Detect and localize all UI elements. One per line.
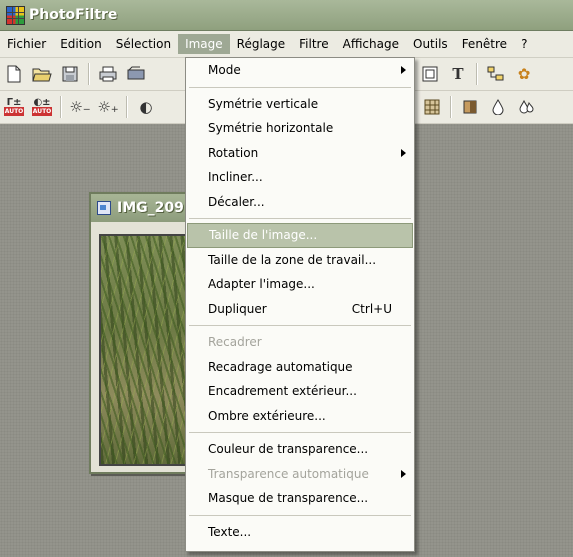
menu-item-label: Symétrie horizontale [208,121,334,135]
menu-item-label: Masque de transparence... [208,491,369,505]
menu-separator [189,86,411,88]
menu-item-transparence-automatique: Transparence automatique [186,462,414,487]
photofiltre-logo-icon [6,6,25,25]
sharpen-icon[interactable] [458,96,482,118]
menu-image[interactable]: Image [178,34,230,54]
brightness-minus-icon[interactable]: ☼₋ [68,96,92,118]
menu-item-label: Adapter l'image... [208,277,315,291]
menu-item-label: Taille de l'image... [209,228,318,242]
toolbar-separator [450,96,452,118]
auto-label: AUTO [31,107,53,116]
contrast-icon[interactable]: ◐ [134,96,158,118]
menu-separator [189,325,411,326]
menu-item-label: Incliner... [208,170,263,184]
menu-item-label: Décaler... [208,194,265,209]
menu-item-encadrement-exterieur[interactable]: Encadrement extérieur... [186,379,414,404]
print-icon[interactable] [96,63,120,85]
menu-item-incliner[interactable]: Incliner... [186,165,414,190]
menu-item-adapter-image[interactable]: Adapter l'image... [186,272,414,297]
auto-label: AUTO [3,107,25,116]
menu-bar: Fichier Edition Sélection Image Réglage … [0,31,573,58]
menu-item-label: Recadrage automatique [208,359,353,374]
menu-item-texte[interactable]: Texte... [186,520,414,545]
menu-fichier[interactable]: Fichier [0,34,53,54]
save-icon[interactable] [58,63,82,85]
menu-item-label: Symétrie verticale [208,96,319,111]
menu-item-dupliquer[interactable]: Dupliquer Ctrl+U [186,297,414,322]
image-menu-dropdown: Mode Symétrie verticale Symétrie horizon… [185,57,415,552]
menu-item-rotation[interactable]: Rotation [186,141,414,166]
menu-item-ombre-exterieure[interactable]: Ombre extérieure... [186,404,414,429]
menu-item-mode[interactable]: Mode [186,58,414,83]
open-folder-icon[interactable] [30,63,54,85]
menu-item-label: Transparence automatique [208,466,369,481]
menu-item-masque-transparence[interactable]: Masque de transparence... [186,486,414,511]
menu-separator [189,514,411,516]
submenu-arrow-icon [401,66,406,74]
menu-selection[interactable]: Sélection [109,34,178,54]
menu-item-recadrer: Recadrer [186,330,414,355]
blur-more-icon[interactable] [514,96,538,118]
menu-filtre[interactable]: Filtre [292,34,335,54]
menu-item-label: Dupliquer [208,301,267,316]
menu-help[interactable]: ? [514,34,534,54]
menu-item-recadrage-automatique[interactable]: Recadrage automatique [186,355,414,380]
explorer-icon[interactable] [484,63,508,85]
menu-item-taille-zone-travail[interactable]: Taille de la zone de travail... [186,248,414,273]
menu-item-decaler[interactable]: Décaler... [186,190,414,215]
menu-item-label: Texte... [208,524,252,539]
menu-item-taille-image[interactable]: Taille de l'image... [187,223,413,248]
brightness-plus-icon[interactable]: ☼₊ [96,96,120,118]
menu-affichage[interactable]: Affichage [336,34,406,54]
title-bar: PhotoFiltre [0,0,573,31]
image-document-icon [97,201,111,215]
toolbar-separator [88,63,90,85]
menu-shortcut: Ctrl+U [351,301,392,316]
menu-item-label: Encadrement extérieur... [208,384,357,398]
menu-edition[interactable]: Edition [53,34,109,54]
menu-item-couleur-transparence[interactable]: Couleur de transparence... [186,437,414,462]
toolbar-separator [476,63,478,85]
document-title: IMG_209 [117,200,184,216]
plugin-icon[interactable]: ✿ [512,63,536,85]
menu-item-label: Mode [208,63,241,77]
actual-size-icon[interactable] [418,63,442,85]
scan-icon[interactable] [124,63,148,85]
toolbar-separator [126,96,128,118]
menu-item-symetrie-verticale[interactable]: Symétrie verticale [186,92,414,117]
menu-item-label: Taille de la zone de travail... [208,252,377,267]
menu-item-label: Recadrer [208,335,262,349]
menu-item-label: Rotation [208,145,259,160]
menu-item-label: Couleur de transparence... [208,442,369,456]
menu-item-symetrie-horizontale[interactable]: Symétrie horizontale [186,116,414,141]
menu-item-label: Ombre extérieure... [208,408,326,423]
app-title: PhotoFiltre [29,7,118,23]
menu-separator [189,218,411,219]
menu-outils[interactable]: Outils [406,34,455,54]
grid-icon[interactable] [420,96,444,118]
auto-contrast-icon[interactable]: ◐± AUTO [30,96,54,118]
blur-drop-icon[interactable] [486,96,510,118]
text-tool-icon[interactable]: T [446,63,470,85]
submenu-arrow-icon [401,469,406,478]
menu-fenetre[interactable]: Fenêtre [455,34,514,54]
auto-levels-icon[interactable]: Γ± AUTO [2,96,26,118]
submenu-arrow-icon [401,148,406,157]
menu-reglage[interactable]: Réglage [230,34,293,54]
new-file-icon[interactable] [2,63,26,85]
toolbar-separator [60,96,62,118]
menu-separator [189,432,411,433]
